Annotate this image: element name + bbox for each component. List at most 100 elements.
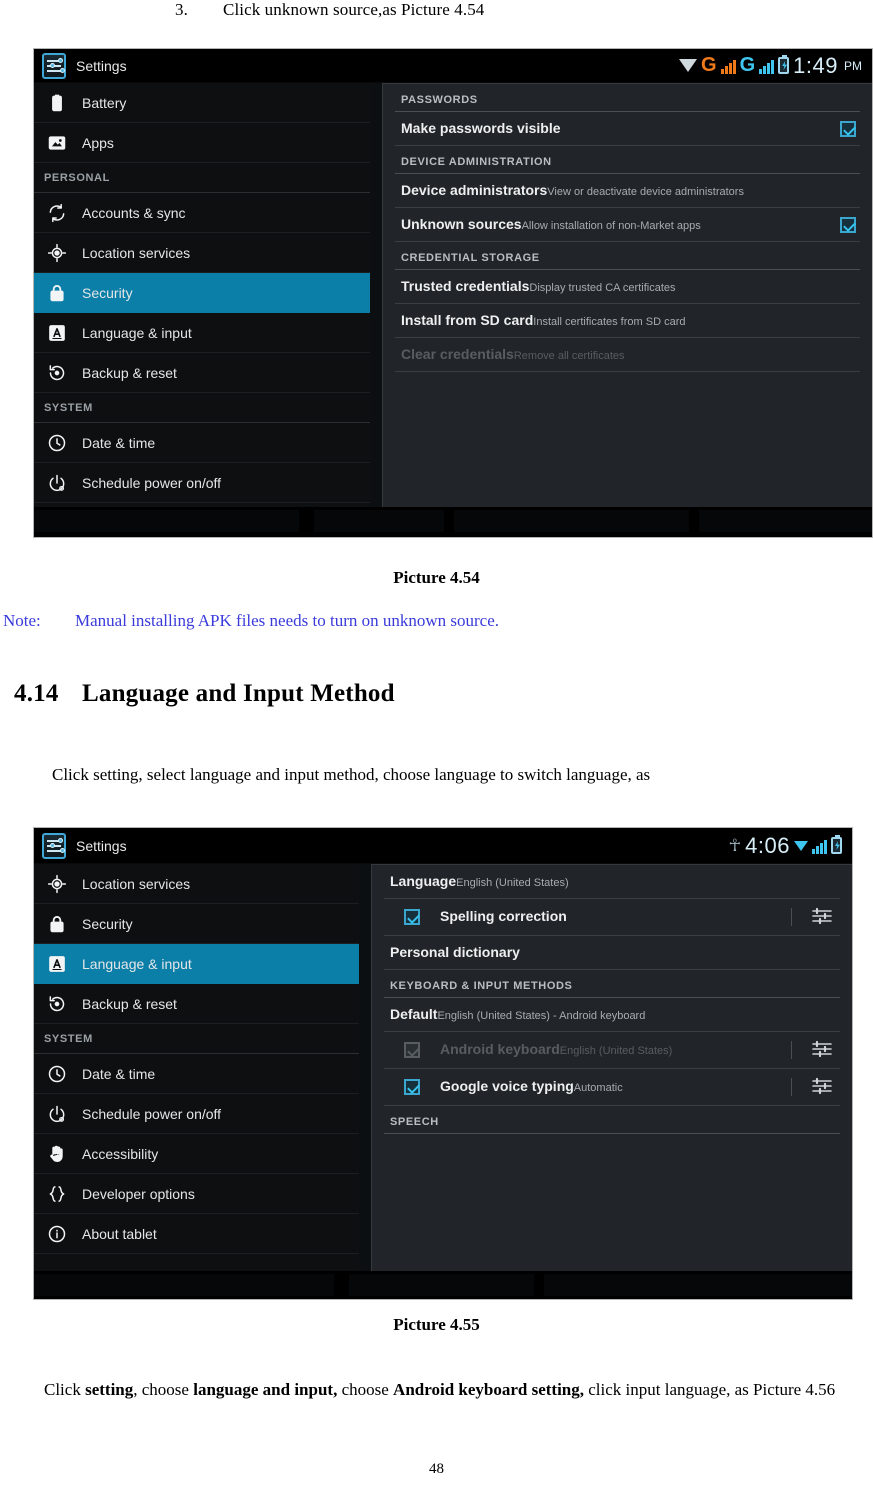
battery-icon	[831, 835, 842, 854]
p2-t1: Click	[44, 1380, 86, 1399]
lock-icon	[46, 913, 68, 935]
nav-group-personal: PERSONAL	[34, 163, 370, 193]
detail-row-android-keyboard[interactable]: Android keyboardEnglish (United States)	[384, 1032, 840, 1069]
settings-nav-list[interactable]: Battery Apps PERSONAL Accounts & sync Locati…	[34, 83, 370, 537]
settings-sliders-icon[interactable]	[810, 1076, 836, 1098]
sidebar-item-apps[interactable]: Apps	[34, 123, 370, 163]
location-icon	[46, 242, 68, 264]
checkbox-google-voice-typing[interactable]	[404, 1079, 420, 1095]
language-input-detail-pane[interactable]: LanguageEnglish (United States) Spelling …	[371, 864, 852, 1299]
detail-row-spelling-correction[interactable]: Spelling correction	[384, 899, 840, 936]
backup-icon	[46, 993, 68, 1015]
sidebar-item-label: Language & input	[82, 955, 192, 972]
checkbox-spelling-correction[interactable]	[404, 909, 420, 925]
detail-row-device-administrators[interactable]: Device administratorsView or deactivate …	[395, 174, 860, 208]
sidebar-item-schedule-power-on-off[interactable]: Schedule power on/off	[34, 463, 370, 503]
page-number: 48	[429, 1461, 444, 1477]
settings-nav-list[interactable]: Location services Security Language & inpu…	[34, 864, 359, 1299]
detail-row-install-from-sd-card[interactable]: Install from SD cardInstall certificates…	[395, 304, 860, 338]
detail-header-credential-storage: CREDENTIAL STORAGE	[395, 242, 860, 270]
detail-row-clear-credentials[interactable]: Clear credentialsRemove all certificates	[395, 338, 860, 372]
sidebar-item-label: Backup & reset	[82, 364, 177, 381]
checkbox-make-passwords-visible[interactable]	[840, 120, 856, 137]
detail-row-subtitle: English (United States)	[559, 1045, 673, 1057]
detail-row-trusted-credentials[interactable]: Trusted credentialsDisplay trusted CA ce…	[395, 270, 860, 304]
row-divider	[791, 1078, 792, 1096]
note-text: Manual installing APK files needs to tur…	[75, 611, 500, 630]
sidebar-item-language-input[interactable]: Language & input	[34, 944, 359, 984]
usb-icon: ☥	[728, 836, 742, 855]
sidebar-item-location-services[interactable]: Location services	[34, 233, 370, 273]
checkbox-unknown-sources[interactable]	[840, 216, 856, 233]
sidebar-item-security[interactable]: Security	[34, 904, 359, 944]
detail-row-subtitle: English (United States) - Android keyboa…	[437, 1009, 646, 1022]
detail-row-texts: DefaultEnglish (United States) - Android…	[390, 1006, 836, 1024]
detail-row-title: Language	[390, 872, 457, 889]
sidebar-item-battery[interactable]: Battery	[34, 83, 370, 123]
sidebar-item-label: Schedule power on/off	[82, 474, 222, 491]
p2-t4: click input language, as Picture 4.56	[584, 1380, 836, 1399]
detail-row-texts: Clear credentialsRemove all certificates	[401, 346, 856, 364]
power-icon	[46, 472, 68, 494]
checkbox-android-keyboard[interactable]	[404, 1042, 420, 1058]
settings-sliders-icon[interactable]	[810, 906, 836, 928]
detail-row-texts: LanguageEnglish (United States)	[390, 873, 836, 891]
sidebar-item-date-time[interactable]: Date & time	[34, 1054, 359, 1094]
sidebar-item-backup-reset[interactable]: Backup & reset	[34, 353, 370, 393]
status-clock: 4:06	[745, 832, 790, 858]
figure-caption-2: Picture 4.55	[393, 1315, 480, 1334]
step-number: 3.	[175, 0, 188, 19]
clock-icon	[46, 432, 68, 454]
braces-icon	[46, 1183, 68, 1205]
sidebar-item-schedule-power-on-off[interactable]: Schedule power on/off	[34, 1094, 359, 1134]
security-detail-pane[interactable]: PASSWORDS Make passwords visible DEVICE AD…	[382, 83, 872, 537]
detail-row-personal-dictionary[interactable]: Personal dictionary	[384, 936, 840, 970]
detail-row-make-passwords-visible[interactable]: Make passwords visible	[395, 112, 860, 146]
signal-g-orange-icon: G	[701, 54, 717, 76]
sidebar-item-backup-reset[interactable]: Backup & reset	[34, 984, 359, 1024]
system-navigation-bar[interactable]	[34, 1271, 852, 1299]
detail-header-keyboard-input-methods: KEYBOARD & INPUT METHODS	[384, 970, 840, 998]
detail-row-default[interactable]: DefaultEnglish (United States) - Android…	[384, 998, 840, 1032]
status-icons: G G 1:49 PM	[679, 53, 866, 79]
detail-row-texts: Spelling correction	[440, 908, 791, 926]
settings-sliders-icon[interactable]	[810, 1039, 836, 1061]
wifi-icon	[679, 59, 698, 72]
detail-row-title: Spelling correction	[440, 908, 567, 924]
info-icon	[46, 1223, 68, 1245]
sidebar-item-label: Location services	[82, 875, 191, 892]
sidebar-item-language-input[interactable]: Language & input	[34, 313, 370, 353]
detail-row-title: Android keyboard	[440, 1041, 560, 1057]
status-bar: Settings ☥ 4:06	[34, 828, 852, 864]
sidebar-item-label: Accounts & sync	[82, 204, 186, 221]
status-bar: Settings G G 1:49 PM	[34, 49, 872, 83]
sidebar-item-location-services[interactable]: Location services	[34, 864, 359, 904]
sidebar-item-accessibility[interactable]: Accessibility	[34, 1134, 359, 1174]
detail-row-language[interactable]: LanguageEnglish (United States)	[384, 865, 840, 899]
sidebar-item-label: About tablet	[82, 1225, 157, 1242]
sidebar-item-label: Security	[82, 284, 133, 301]
signal-bars-orange-icon	[720, 58, 736, 74]
detail-row-unknown-sources[interactable]: Unknown sourcesAllow installation of non…	[395, 208, 860, 242]
sidebar-item-about-tablet[interactable]: About tablet	[34, 1214, 359, 1254]
sidebar-item-date-time[interactable]: Date & time	[34, 423, 370, 463]
step-line: 3. Click unknown source,as Picture 4.54	[175, 0, 484, 20]
system-navigation-bar[interactable]	[34, 507, 872, 537]
clock-icon	[46, 1063, 68, 1085]
detail-row-title: Device administrators	[401, 181, 548, 198]
android-settings-security-screenshot: Settings G G 1:49 PM Battery Apps PERSONAL…	[33, 48, 873, 538]
detail-row-title: Make passwords visible	[401, 119, 561, 136]
sidebar-item-label: Battery	[82, 94, 127, 111]
detail-row-google-voice-typing[interactable]: Google voice typingAutomatic	[384, 1069, 840, 1106]
detail-header-device-administration: DEVICE ADMINISTRATION	[395, 146, 860, 174]
detail-row-texts: Make passwords visible	[401, 120, 840, 138]
section-number: 4.14	[14, 680, 59, 707]
nav-group-system: SYSTEM	[34, 393, 370, 423]
sidebar-item-accounts-sync[interactable]: Accounts & sync	[34, 193, 370, 233]
sidebar-item-label: Backup & reset	[82, 995, 177, 1012]
sidebar-item-security[interactable]: Security	[34, 273, 370, 313]
section-title: Language and Input Method	[82, 680, 395, 707]
detail-row-title: Google voice typing	[440, 1078, 574, 1094]
detail-row-title: Unknown sources	[401, 215, 522, 232]
sidebar-item-developer-options[interactable]: Developer options	[34, 1174, 359, 1214]
